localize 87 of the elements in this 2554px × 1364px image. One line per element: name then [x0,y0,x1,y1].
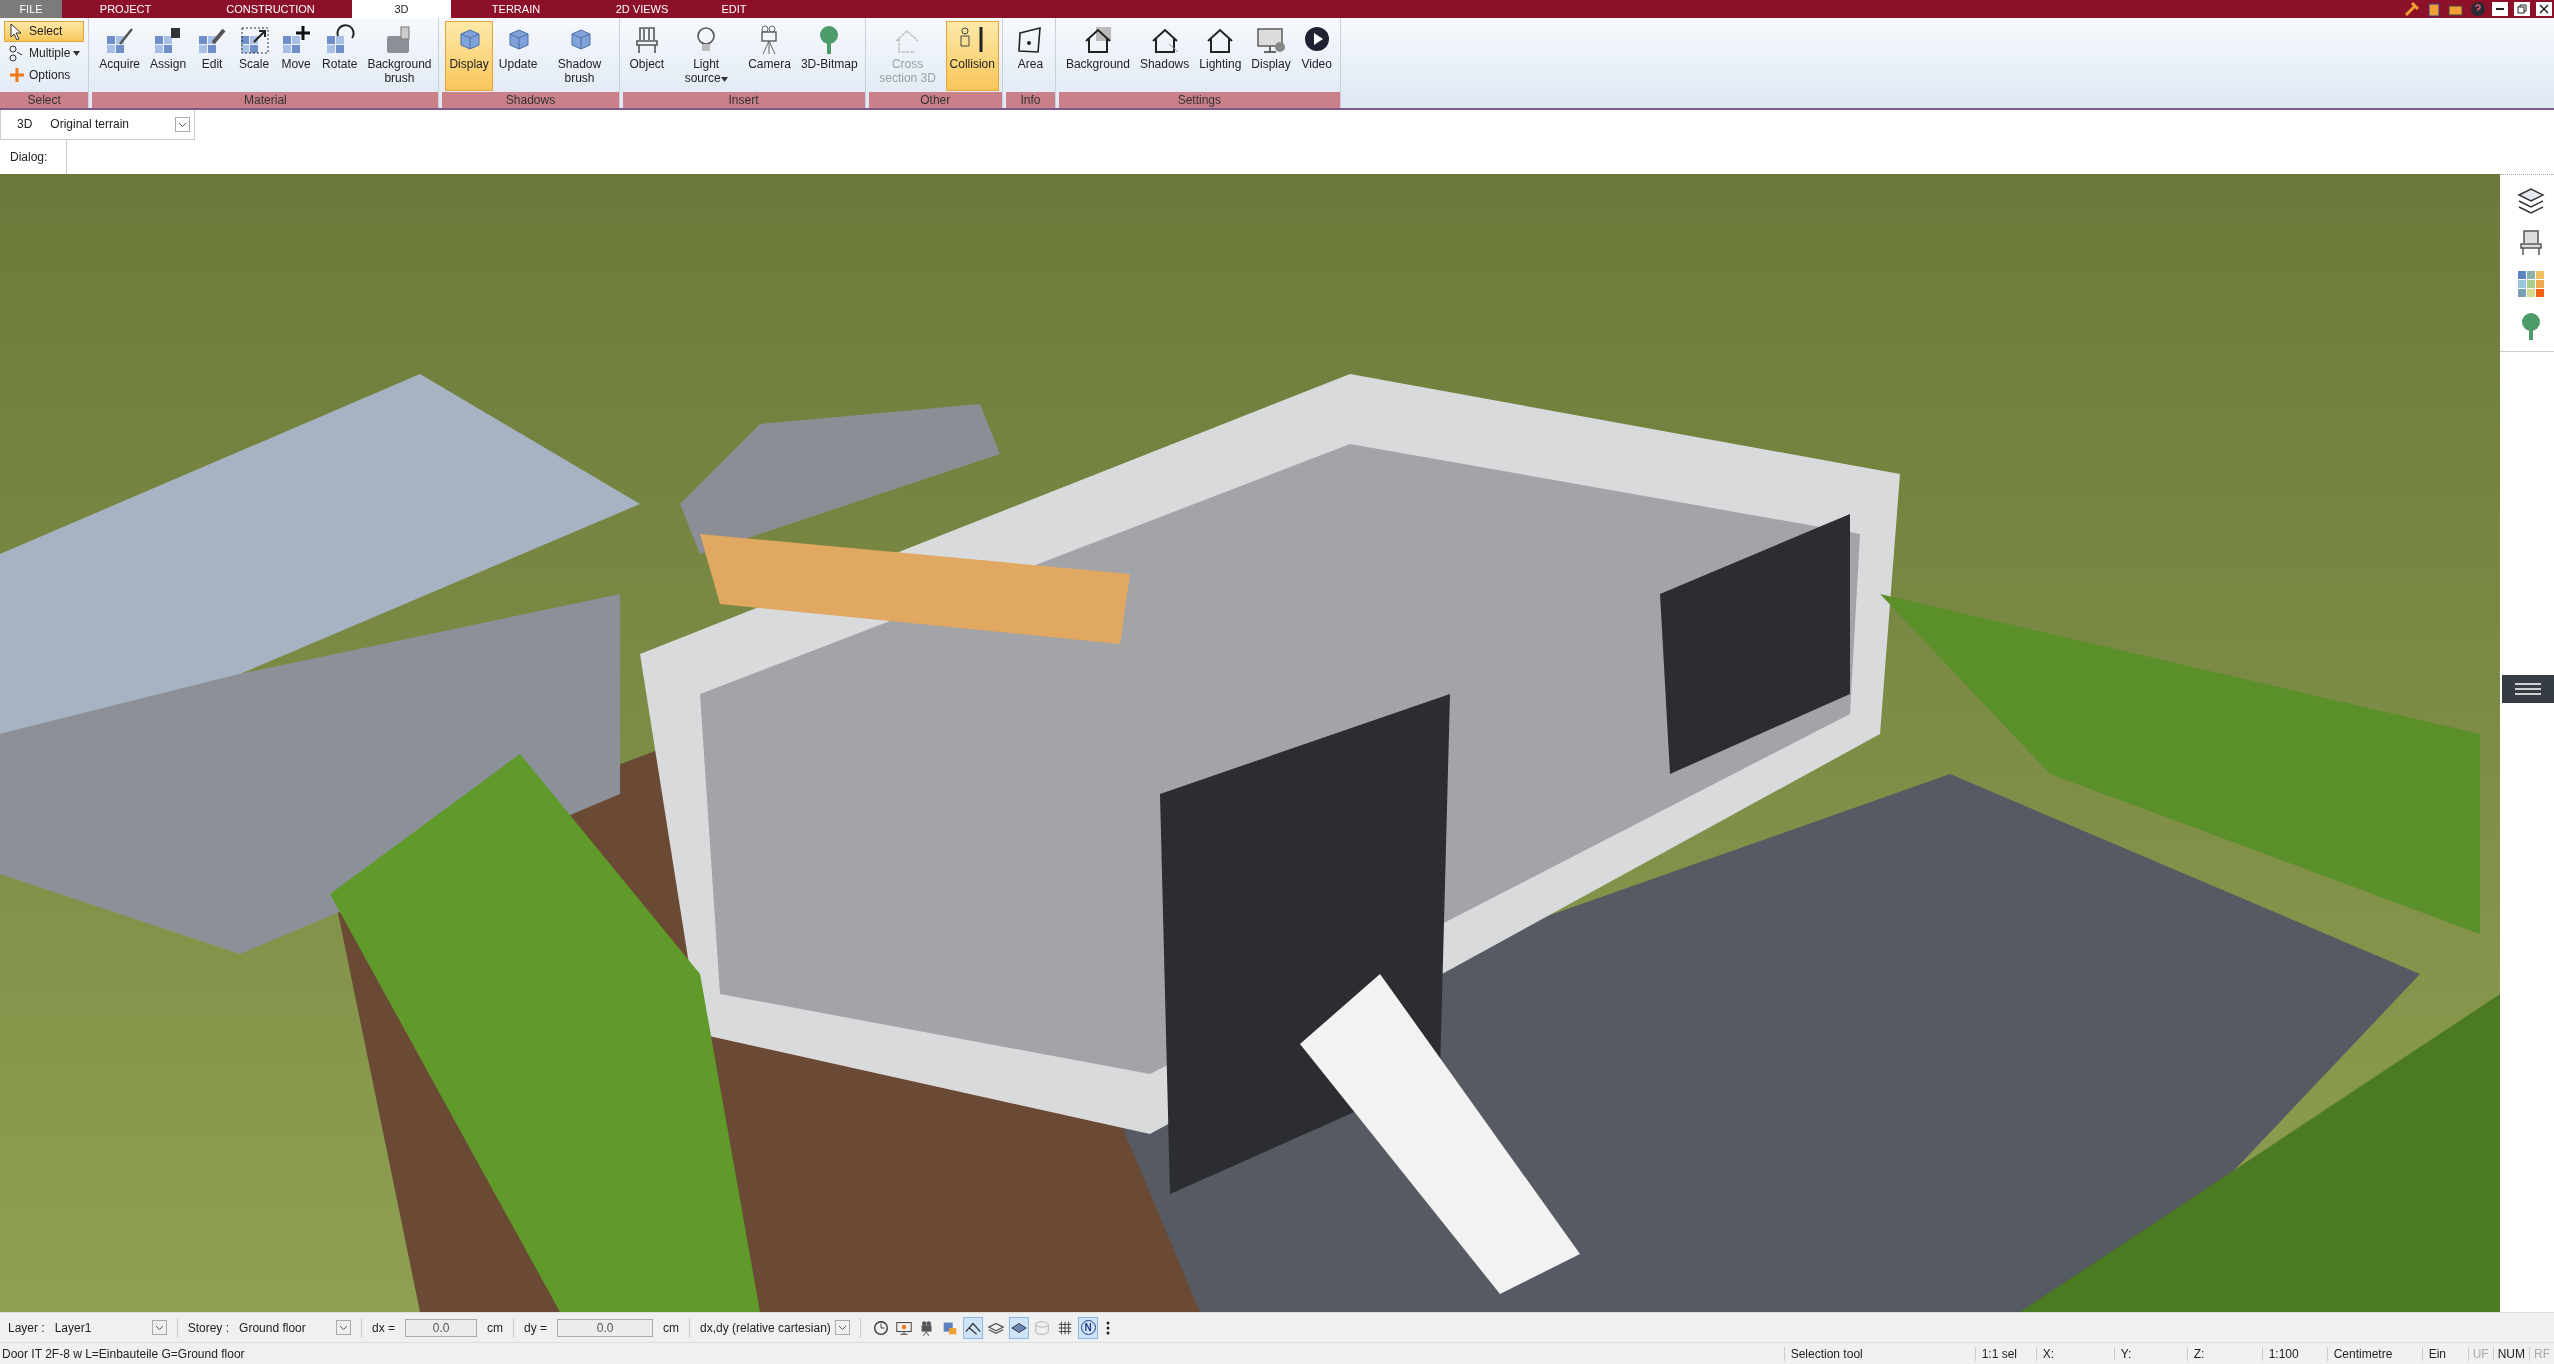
chevron-icon [336,1320,352,1336]
ribbon-tab[interactable]: 3D [352,0,451,18]
tiles-move-icon [280,23,313,56]
ribbon-button[interactable]: Acquire [95,20,145,91]
group-label: Other [868,91,1002,108]
ribbon-tab[interactable]: CONSTRUCTION [189,0,352,18]
ribbon-button[interactable]: Light source [670,20,743,91]
layer-dropdown[interactable]: Layer1 [54,1320,167,1336]
ribbon-tab[interactable]: EDIT [703,0,765,18]
ribbon-button[interactable]: Options [4,64,85,86]
ribbon-button[interactable]: Edit [192,20,233,91]
status-cell: Z: [2186,1346,2262,1361]
group-label: Insert [622,91,865,108]
status-cell: Y: [2113,1346,2187,1361]
swatches-icon[interactable] [2516,269,2546,300]
ribbon-button[interactable]: Rotate [318,20,362,91]
group-label: Select [0,91,89,108]
ribbon-button[interactable]: Camera [744,20,795,91]
ribbon-button[interactable]: Collision [945,20,999,91]
toggle-button[interactable] [963,1316,984,1339]
ribbon-button[interactable]: Video [1296,20,1337,91]
help-icon[interactable] [2470,0,2486,17]
unit-label: cm [663,1320,680,1335]
layers-icon[interactable] [2516,185,2546,216]
minimize-icon [2496,7,2504,10]
close-icon [2539,3,2549,14]
ribbon-button[interactable]: Background [1061,20,1134,91]
ribbon-button[interactable]: Display [1247,20,1295,91]
ribbon-button[interactable]: Object [625,20,669,91]
ribbon-button[interactable]: Area [1010,20,1051,91]
close-button[interactable] [2536,1,2552,16]
ribbon-button[interactable]: Scale [234,20,275,91]
status-cell: 1:100 [2261,1346,2327,1361]
ribbon-button[interactable]: Select [4,20,85,42]
status-cell: Selection tool [1783,1346,1975,1361]
status-cell: Ein [2421,1346,2468,1361]
ribbon-tab[interactable]: PROJECT [62,0,189,18]
ribbon-button[interactable]: Assign [146,20,191,91]
restore-icon [2517,3,2527,14]
ribbon-button[interactable]: Shadows [1135,20,1194,91]
group-label: Shadows [442,91,619,108]
ribbon-button[interactable]: Display [445,20,493,91]
dx-field[interactable]: 0.0 [405,1318,478,1337]
status-cell: 1:1 sel [1974,1346,2036,1361]
storey-dropdown[interactable]: Ground floor [239,1320,352,1336]
dialog-label: Dialog: [10,150,48,165]
plus-icon [8,66,26,85]
caret-icon [73,50,81,56]
cylinder-icon [1033,1318,1052,1337]
view-label: 3D [17,117,33,132]
unit-label: cm [487,1320,504,1335]
status-indicator: NUM [2492,1346,2529,1361]
ribbon-button[interactable]: Update [494,20,542,91]
ribbon-button[interactable]: Lighting [1195,20,1246,91]
ribbon-button[interactable]: Background brush [363,20,436,91]
status-cell: X: [2035,1346,2114,1361]
dx-label: dx = [372,1320,396,1335]
ribbon-tab[interactable]: 2D VIEWS [581,0,703,18]
restore-button[interactable] [2514,1,2530,16]
status-indicator: UF [2467,1346,2493,1361]
clock-icon [872,1318,891,1337]
status-message: Door IT 2F-8 w L=Einbauteile G=Ground floor [1,1346,246,1361]
minimize-button[interactable] [2492,1,2508,16]
ribbon-button[interactable]: Shadow brush [543,20,616,91]
caret-icon [720,76,728,82]
storey-label: Storey : [187,1320,230,1335]
chevron-icon [151,1320,167,1336]
group-label: Info [1005,91,1055,108]
status-cell: Centimetre [2326,1346,2422,1361]
ribbon-tab[interactable]: TERRAIN [451,0,581,18]
terrain-dropdown[interactable]: Original terrain [50,116,190,132]
panel-handle[interactable] [2502,675,2554,704]
mode-dropdown[interactable]: dx,dy (relative cartesian) [700,1320,851,1336]
toggle-button[interactable] [1009,1316,1030,1339]
chevron-icon [835,1320,851,1336]
layer-label: Layer : [8,1320,45,1335]
ribbon-button[interactable]: 3D-Bitmap [796,20,862,91]
ribbon-button[interactable]: Move [276,20,317,91]
toggle-button[interactable]: N [1078,1316,1099,1339]
dy-field[interactable]: 0.0 [557,1318,654,1337]
file-menu[interactable]: FILE [0,0,62,18]
chevron-icon [175,116,190,132]
ribbon-button[interactable]: Multiple [4,42,85,64]
group-label: Material [92,91,439,108]
dy-label: dy = [524,1320,548,1335]
group-label: Settings [1058,91,1340,108]
status-indicator: RF [2529,1346,2554,1361]
